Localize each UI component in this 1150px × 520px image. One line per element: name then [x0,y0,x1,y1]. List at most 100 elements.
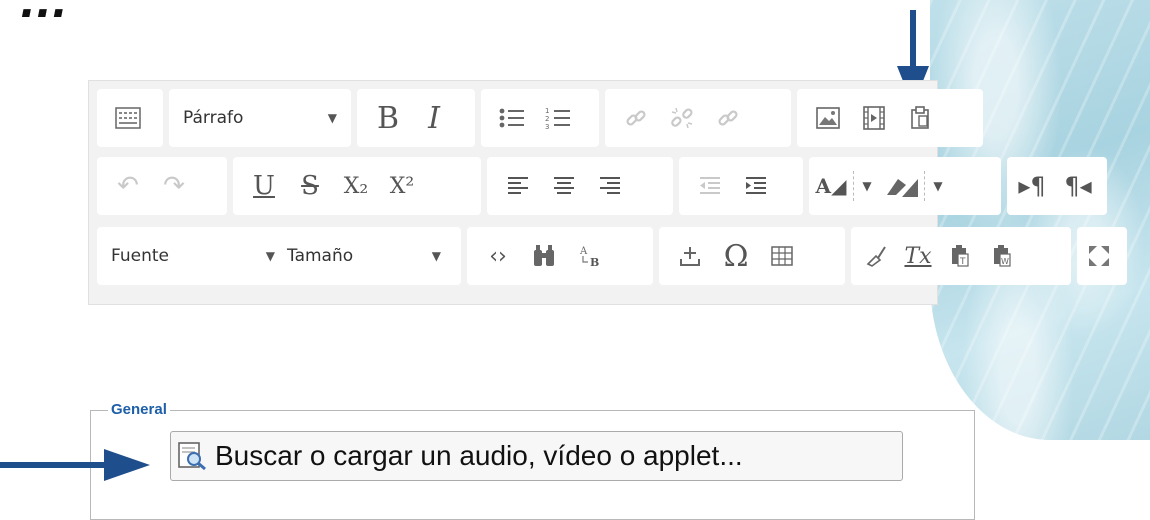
paste-icon [911,106,929,129]
toolbar-row-3: Fuente ▼ Tamaño ▼ ‹› A B Ω Tx T W [97,227,1127,285]
find-icon [534,245,554,266]
decorative-water-background [930,0,1150,440]
align-right-button[interactable] [587,157,633,215]
toolbar-group-links [605,89,791,147]
media-picker-button[interactable]: Buscar o cargar un audio, vídeo o applet… [170,431,903,481]
annotation-arrow-right [0,449,150,481]
source-code-button[interactable]: ‹› [475,227,521,285]
insert-table-button[interactable] [759,227,805,285]
find-button[interactable] [521,227,567,285]
chevron-down-icon: ▼ [933,179,943,193]
format-painter-icon [866,246,886,267]
svg-text:2: 2 [545,115,549,123]
toolbar-group-fonts: Fuente ▼ Tamaño ▼ [97,227,461,285]
toolbar-group-view [1077,227,1127,285]
paragraph-format-label: Párrafo [183,108,244,128]
unlink-icon [671,107,693,129]
fullscreen-icon [1089,246,1109,266]
align-left-button[interactable] [495,157,541,215]
align-right-icon [600,177,620,194]
toolbar-group-insert: Ω [659,227,845,285]
source-code-icon: ‹› [489,243,507,269]
text-color-icon: A◢ [815,174,847,198]
fieldset-legend: General [108,401,170,418]
paste-button[interactable] [897,89,943,147]
outdent-icon [700,177,720,194]
indent-button[interactable] [733,157,779,215]
toolbar-group-history: ↶ ↷ [97,157,227,215]
bold-button[interactable]: B [365,89,411,147]
paste-text-button[interactable]: T [939,227,981,285]
anchor-insert-icon [680,247,700,266]
format-painter-button[interactable] [855,227,897,285]
superscript-icon: X² [389,173,415,199]
insert-media-button[interactable] [851,89,897,147]
chevron-down-icon: ▼ [265,249,275,263]
link-icon [626,110,646,126]
italic-button[interactable]: I [411,89,457,147]
svg-text:B: B [590,256,599,268]
toolbar-group-tools: ‹› A B [467,227,653,285]
paste-word-icon: W [994,245,1011,267]
redo-button[interactable]: ↷ [151,157,197,215]
paste-word-button[interactable]: W [981,227,1023,285]
rtl-button[interactable]: ¶◂ [1055,157,1101,215]
toolbar-group-media [797,89,983,147]
link-button[interactable] [613,89,659,147]
toolbar-toggle-button[interactable] [105,89,151,147]
svg-text:3: 3 [545,123,549,130]
undo-button[interactable]: ↶ [105,157,151,215]
clear-format-button[interactable]: Tx [897,227,939,285]
replace-icon: A B [579,246,599,268]
outdent-button[interactable] [687,157,733,215]
font-family-label: Fuente [111,246,169,266]
insert-anchor-button[interactable] [667,227,713,285]
indent-icon [746,177,766,194]
table-icon [771,246,793,266]
strikethrough-button[interactable]: S [287,157,333,215]
bullet-list-button[interactable] [489,89,535,147]
font-family-dropdown[interactable]: Fuente ▼ [105,227,281,285]
chevron-down-icon: ▼ [327,111,337,125]
undo-icon: ↶ [117,171,139,201]
text-color-button[interactable]: A◢ ▼ [813,157,876,215]
special-character-button[interactable]: Ω [713,227,759,285]
background-color-button[interactable]: ▼ [884,157,947,215]
toolbar-group-indent [679,157,803,215]
omega-icon: Ω [723,238,749,274]
superscript-button[interactable]: X² [379,157,425,215]
fullscreen-button[interactable] [1079,227,1119,285]
ltr-button[interactable]: ▸¶ [1009,157,1055,215]
toolbar-group-direction: ▸¶ ¶◂ [1007,157,1107,215]
toolbar-group-format: Párrafo ▼ [169,89,351,147]
toolbar-group-clean: Tx T W [851,227,1071,285]
underline-button[interactable]: U [241,157,287,215]
toolbar-group-align [487,157,673,215]
svg-text:T: T [959,257,966,267]
svg-text:A: A [579,246,588,257]
numbered-list-icon: 123 [545,107,570,130]
redo-icon: ↷ [163,171,185,201]
insert-image-button[interactable] [805,89,851,147]
paragraph-format-dropdown[interactable]: Párrafo ▼ [177,89,343,147]
search-file-icon [178,442,206,471]
toolbar-toggle-icon [115,107,141,129]
strikethrough-icon: S [301,171,319,201]
svg-text:1: 1 [545,107,549,115]
subscript-button[interactable]: X₂ [333,157,379,215]
toolbar-group-lists: 123 [481,89,599,147]
align-center-button[interactable] [541,157,587,215]
font-size-label: Tamaño [287,246,354,266]
unlink-button[interactable] [659,89,705,147]
background-color-icon [887,179,918,197]
toolbar-group-textstyle: U S X₂ X² [233,157,481,215]
media-icon [863,106,885,130]
anchor-icon [718,110,738,126]
anchor-button[interactable] [705,89,751,147]
bullet-list-icon [499,108,524,128]
font-size-dropdown[interactable]: Tamaño ▼ [281,227,447,285]
image-icon [816,107,840,129]
underline-icon: U [253,171,275,201]
replace-button[interactable]: A B [567,227,613,285]
numbered-list-button[interactable]: 123 [535,89,581,147]
